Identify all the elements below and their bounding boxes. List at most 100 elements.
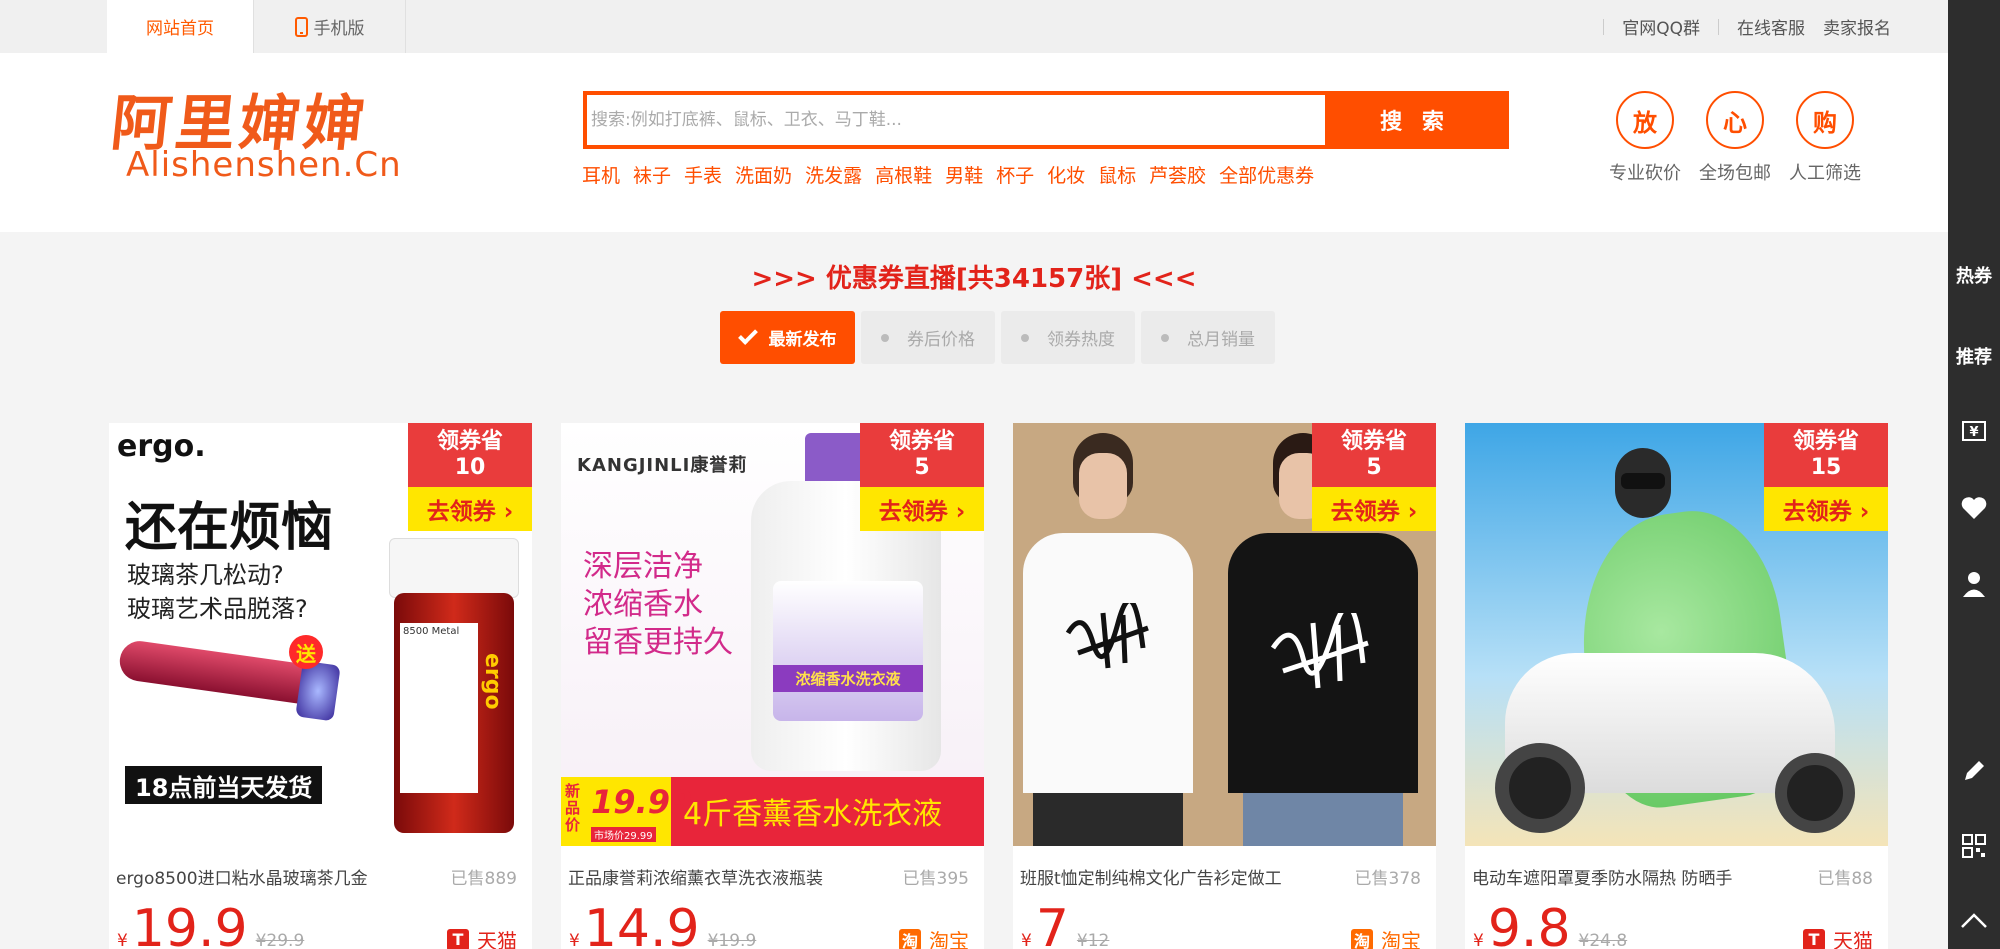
hotword-link[interactable]: 芦荟胶 [1149, 161, 1206, 188]
heart-icon[interactable] [1948, 496, 2000, 525]
coupon-amount: 领券省 15 [1764, 423, 1888, 487]
bottle-brand-text: ergo [480, 653, 505, 710]
pants-illustration [1033, 793, 1183, 846]
get-coupon-button[interactable]: 去领券 › [1312, 487, 1436, 531]
coupon-badge[interactable]: 领券省 15 去领券 › [1764, 423, 1888, 531]
hotword-link[interactable]: 全部优惠券 [1219, 161, 1314, 188]
qrcode-icon[interactable] [1948, 833, 2000, 864]
product-card[interactable]: KANGJINLI康誉莉 深层洁净 浓缩香水 留香更持久 浓缩香水洗衣液 新品价… [561, 423, 984, 949]
price-row: ¥ 9.8 ¥24.8 [1473, 899, 1627, 949]
product-card[interactable]: 领券省 15 去领券 › 电动车遮阳罩夏季防水隔热 防晒手 已售88 ¥ 9.8 … [1465, 423, 1888, 949]
shipping-banner: 18点前当天发货 [125, 766, 323, 804]
product-image[interactable]: 领券省 5 去领券 › [1013, 423, 1436, 846]
hotword-link[interactable]: 洗面奶 [735, 161, 792, 188]
original-price: ¥19.9 [707, 931, 757, 949]
hotword-link[interactable]: 袜子 [633, 161, 671, 188]
product-caption: 玻璃艺术品脱落? [127, 595, 308, 623]
sort-tab-popularity[interactable]: 领券热度 [1001, 311, 1135, 364]
sort-tab-label: 券后价格 [907, 330, 975, 350]
sort-tab-label: 总月销量 [1187, 330, 1255, 350]
online-service-link[interactable]: 在线客服 [1737, 14, 1805, 39]
promo-price-box: 新品价 19.99 市场价29.99 [561, 777, 692, 846]
product-card[interactable]: ergo. 还在烦恼 玻璃茶几松动? 玻璃艺术品脱落? 送 8500 Metal… [109, 423, 532, 949]
product-title[interactable]: 正品康誉莉浓缩薰衣草洗衣液瓶装 [568, 864, 858, 889]
hotword-link[interactable]: 鼠标 [1098, 161, 1136, 188]
sidebar-recommend[interactable]: 推荐 [1948, 343, 2000, 369]
hotword-link[interactable]: 高根鞋 [875, 161, 932, 188]
product-image[interactable]: KANGJINLI康誉莉 深层洁净 浓缩香水 留香更持久 浓缩香水洗衣液 新品价… [561, 423, 984, 846]
promise-badge-icon: 放 [1616, 91, 1674, 149]
brand-logo: ergo. [117, 429, 206, 464]
back-to-top-icon[interactable] [1948, 910, 2000, 935]
sort-tab-latest[interactable]: 最新发布 [720, 311, 855, 364]
shop-name: 天猫 [1833, 929, 1873, 949]
hotword-link[interactable]: 耳机 [582, 161, 620, 188]
product-title[interactable]: 电动车遮阳罩夏季防水隔热 防晒手 [1472, 864, 1762, 889]
coupon-badge[interactable]: 领券省 5 去领券 › [1312, 423, 1436, 531]
dot-icon [1021, 333, 1029, 342]
seller-signup-link[interactable]: 卖家报名 [1823, 14, 1891, 39]
hotword-link[interactable]: 杯子 [996, 161, 1034, 188]
hotword-list: 耳机 袜子 手表 洗面奶 洗发露 高根鞋 男鞋 杯子 化妆 鼠标 芦荟胶 全部优… [582, 161, 1327, 188]
coupon-badge[interactable]: 领券省 10 去领券 › [408, 423, 532, 531]
sort-tab-monthly-sales[interactable]: 总月销量 [1141, 311, 1275, 364]
top-bar: 网站首页 手机版 官网QQ群 在线客服 卖家报名 [0, 0, 1948, 53]
tshirt-print-illustration [1063, 598, 1159, 673]
right-sidebar: 热券 推荐 ¥ [1948, 0, 2000, 949]
product-title[interactable]: 班服t恤定制纯棉文化广告衫定做工 [1020, 864, 1310, 889]
shop-source: 淘 淘宝 [899, 925, 969, 949]
edit-icon[interactable] [1948, 758, 2000, 789]
white-tshirt-illustration [1023, 533, 1193, 793]
tab-home-label: 网站首页 [146, 19, 214, 39]
tmall-icon: T [447, 928, 469, 949]
qq-group-link[interactable]: 官网QQ群 [1622, 14, 1700, 39]
dot-icon [1161, 333, 1169, 342]
bottle-label-text: 浓缩香水洗衣液 [773, 665, 923, 692]
sort-tab-price[interactable]: 券后价格 [861, 311, 995, 364]
taobao-icon: 淘 [1351, 928, 1373, 949]
get-coupon-button[interactable]: 去领券 › [860, 487, 984, 531]
tab-mobile-label: 手机版 [313, 19, 365, 39]
sunglasses-illustration [1621, 473, 1665, 489]
promo-price-label: 新品价 [565, 782, 581, 834]
sort-tabs: 最新发布 券后价格 领券热度 总月销量 [720, 311, 1281, 364]
hotword-link[interactable]: 男鞋 [945, 161, 983, 188]
coupon-badge[interactable]: 领券省 5 去领券 › [860, 423, 984, 531]
promo-banner-text: 4斤香薰香水洗衣液 [683, 797, 943, 832]
product-card[interactable]: 领券省 5 去领券 › 班服t恤定制纯棉文化广告衫定做工 已售378 ¥ 7 ¥1… [1013, 423, 1436, 949]
coupon-amount: 领券省 5 [860, 423, 984, 487]
user-icon[interactable] [1948, 570, 2000, 603]
sold-count: 已售889 [450, 869, 517, 889]
get-coupon-button[interactable]: 去领券 › [408, 487, 532, 531]
price-row: ¥ 14.9 ¥19.9 [569, 899, 756, 949]
scooter-wheel-illustration [1775, 753, 1855, 833]
coupon-price: 19.9 [131, 899, 248, 949]
hotword-link[interactable]: 手表 [684, 161, 722, 188]
logo-text-en[interactable]: Alishenshen.Cn [126, 145, 402, 185]
promise-free-shipping: 心 全场包邮 [1690, 91, 1780, 185]
product-image[interactable]: 领券省 15 去领券 › [1465, 423, 1888, 846]
original-price: ¥12 [1076, 931, 1110, 949]
shop-name: 淘宝 [1381, 929, 1421, 949]
hotword-link[interactable]: 化妆 [1047, 161, 1085, 188]
search-input[interactable] [587, 95, 1325, 145]
brand-logo: KANGJINLI康誉莉 [577, 455, 748, 476]
coupon-price: 7 [1035, 899, 1069, 949]
tab-home[interactable]: 网站首页 [107, 0, 254, 53]
original-price: ¥24.8 [1578, 931, 1628, 949]
search-button[interactable]: 搜 索 [1325, 95, 1505, 145]
coupon-icon[interactable]: ¥ [1948, 420, 2000, 447]
hotword-link[interactable]: 洗发露 [805, 161, 862, 188]
gift-badge: 送 [289, 635, 323, 669]
scooter-wheel-illustration [1495, 743, 1585, 833]
product-image[interactable]: ergo. 还在烦恼 玻璃茶几松动? 玻璃艺术品脱落? 送 8500 Metal… [109, 423, 532, 846]
glue-bottle-illustration: 8500 Metal ergo [394, 593, 514, 833]
service-promises: 放 专业砍价 心 全场包邮 购 人工筛选 [1600, 91, 1870, 185]
tmall-icon: T [1803, 928, 1825, 949]
tab-mobile[interactable]: 手机版 [254, 0, 406, 53]
model-face-illustration [1079, 453, 1127, 519]
sidebar-hot-coupons[interactable]: 热券 [1948, 262, 2000, 288]
get-coupon-button[interactable]: 去领券 › [1764, 487, 1888, 531]
product-title[interactable]: ergo8500进口粘水晶玻璃茶几金 [116, 864, 406, 889]
sold-count: 已售378 [1354, 869, 1421, 889]
